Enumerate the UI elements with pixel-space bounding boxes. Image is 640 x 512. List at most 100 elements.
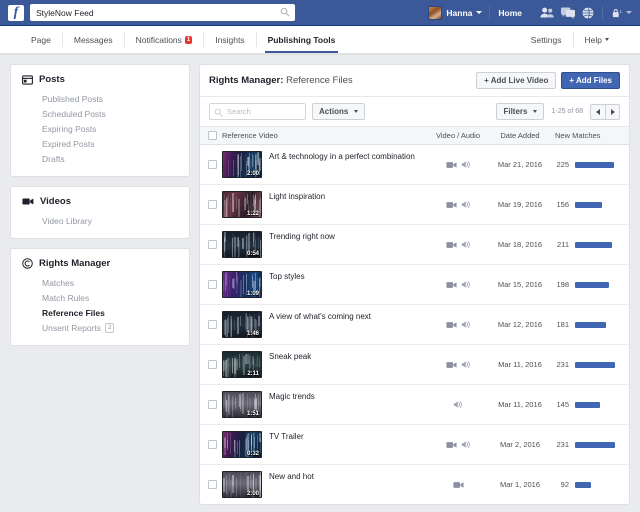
user-menu[interactable]: Hanna — [421, 6, 489, 20]
sidebar-item-video-library[interactable]: Video Library — [22, 213, 178, 228]
table-row[interactable]: 1:09 Top styles Mar 15, 2016 198 — [200, 265, 629, 305]
sidebar-item-scheduled-posts[interactable]: Scheduled Posts — [22, 106, 178, 121]
video-title[interactable]: Light inspiration — [269, 191, 325, 202]
column-date-added[interactable]: Date Added — [489, 127, 551, 145]
sidebar-group-posts: Posts Published Posts Scheduled Posts Ex… — [10, 64, 190, 177]
sidebar-group-header[interactable]: Rights Manager — [22, 258, 178, 269]
nav-help-menu[interactable]: Help — [574, 26, 620, 53]
nav-tab-publishing-tools[interactable]: Publishing Tools — [257, 26, 347, 53]
filters-dropdown[interactable]: Filters — [496, 103, 544, 120]
column-new-matches[interactable]: New Matches — [551, 127, 629, 145]
nav-tab-notifications[interactable]: Notifications 1 — [125, 26, 204, 53]
row-reference-video-cell: 1:46 A view of what's coming next — [222, 305, 427, 345]
new-matches-bar — [575, 482, 591, 488]
video-thumbnail[interactable]: 1:46 — [222, 311, 262, 338]
new-matches-count: 225 — [555, 160, 569, 169]
row-video-audio-cell — [427, 465, 489, 505]
video-icon — [446, 161, 457, 169]
video-thumbnail[interactable]: 2:00 — [222, 471, 262, 498]
nav-tab-page[interactable]: Page — [20, 26, 62, 53]
column-reference-video[interactable]: Reference Video — [222, 127, 427, 145]
row-checkbox[interactable] — [208, 200, 217, 209]
video-thumbnail[interactable]: 0:32 — [222, 431, 262, 458]
video-title[interactable]: Top styles — [269, 271, 305, 282]
audio-icon — [461, 320, 471, 329]
audio-icon — [461, 280, 471, 289]
new-matches-bar — [575, 322, 606, 328]
sidebar-item-label: Video Library — [42, 216, 92, 226]
row-checkbox[interactable] — [208, 160, 217, 169]
row-checkbox[interactable] — [208, 400, 217, 409]
table-row[interactable]: 1:22 Light inspiration Mar 19, 2016 156 — [200, 185, 629, 225]
table-row[interactable]: 2:00 New and hot Mar 1, 2016 92 — [200, 465, 629, 505]
row-checkbox[interactable] — [208, 360, 217, 369]
sidebar-item-expiring-posts[interactable]: Expiring Posts — [22, 121, 178, 136]
row-checkbox[interactable] — [208, 240, 217, 249]
privacy-count: 1 — [620, 9, 623, 14]
column-video-audio[interactable]: Video / Audio — [427, 127, 489, 145]
row-select-cell — [200, 265, 222, 305]
friend-requests-icon[interactable] — [540, 7, 554, 18]
row-video-audio-cell — [427, 425, 489, 465]
actions-dropdown[interactable]: Actions — [312, 103, 365, 120]
video-thumbnail[interactable]: 2:00 — [222, 151, 262, 178]
global-search-input[interactable] — [30, 4, 295, 21]
home-link[interactable]: Home — [489, 6, 530, 20]
row-select-cell — [200, 385, 222, 425]
video-title[interactable]: New and hot — [269, 471, 314, 482]
table-row[interactable]: 0:32 TV Trailer Mar 2, 2016 231 — [200, 425, 629, 465]
pagination-next-button[interactable] — [605, 104, 620, 120]
search-icon — [280, 7, 290, 17]
row-select-cell — [200, 305, 222, 345]
video-thumbnail[interactable]: 1:09 — [222, 271, 262, 298]
user-name-label: Hanna — [446, 8, 472, 18]
row-checkbox[interactable] — [208, 440, 217, 449]
nav-settings-link[interactable]: Settings — [520, 26, 573, 53]
table-row[interactable]: 2:11 Sneak peak Mar 11, 2016 231 — [200, 345, 629, 385]
notifications-globe-icon[interactable] — [582, 7, 594, 19]
sidebar-group-header[interactable]: Posts — [22, 74, 178, 85]
sidebar-group-header[interactable]: Videos — [22, 196, 178, 207]
sidebar-item-drafts[interactable]: Drafts — [22, 151, 178, 166]
table-row[interactable]: 0:54 Trending right now Mar 18, 2016 211 — [200, 225, 629, 265]
chevron-left-icon — [596, 109, 600, 115]
table-row[interactable]: 1:51 Magic trends Mar 11, 2016 145 — [200, 385, 629, 425]
table-search-box[interactable] — [209, 103, 306, 120]
table-header-row: Reference Video Video / Audio Date Added… — [200, 127, 629, 145]
video-title[interactable]: A view of what's coming next — [269, 311, 371, 322]
chevron-down-icon — [605, 38, 609, 41]
video-thumbnail[interactable]: 1:22 — [222, 191, 262, 218]
sidebar-item-matches[interactable]: Matches — [22, 275, 178, 290]
sidebar-item-match-rules[interactable]: Match Rules — [22, 290, 178, 305]
pagination-prev-button[interactable] — [590, 104, 605, 120]
video-title[interactable]: TV Trailer — [269, 431, 304, 442]
video-title[interactable]: Trending right now — [269, 231, 335, 242]
row-checkbox[interactable] — [208, 320, 217, 329]
global-search-box[interactable] — [30, 4, 295, 21]
row-checkbox[interactable] — [208, 280, 217, 289]
sidebar-item-label: Drafts — [42, 154, 65, 164]
video-title[interactable]: Sneak peak — [269, 351, 311, 362]
table-row[interactable]: 1:46 A view of what's coming next Mar 12… — [200, 305, 629, 345]
privacy-shortcuts-menu[interactable]: 1 — [602, 6, 632, 20]
row-checkbox[interactable] — [208, 480, 217, 489]
sidebar-item-expired-posts[interactable]: Expired Posts — [22, 136, 178, 151]
table-search-input[interactable] — [227, 104, 305, 119]
video-title[interactable]: Art & technology in a perfect combinatio… — [269, 151, 415, 162]
video-thumbnail[interactable]: 1:51 — [222, 391, 262, 418]
sidebar-item-published-posts[interactable]: Published Posts — [22, 91, 178, 106]
video-thumbnail[interactable]: 2:11 — [222, 351, 262, 378]
sidebar-item-reference-files[interactable]: Reference Files — [22, 305, 178, 320]
add-live-video-button[interactable]: + Add Live Video — [476, 72, 556, 89]
facebook-logo-icon[interactable]: f — [8, 5, 24, 21]
nav-tab-messages[interactable]: Messages — [63, 26, 124, 53]
nav-tab-insights[interactable]: Insights — [204, 26, 255, 53]
add-files-button[interactable]: + Add Files — [561, 72, 620, 89]
video-title[interactable]: Magic trends — [269, 391, 315, 402]
messages-icon[interactable] — [561, 7, 575, 19]
sidebar-item-unsent-reports[interactable]: Unsent Reports 2 — [22, 320, 178, 335]
select-all-checkbox[interactable] — [208, 131, 217, 140]
row-select-cell — [200, 425, 222, 465]
video-thumbnail[interactable]: 0:54 — [222, 231, 262, 258]
table-row[interactable]: 2:00 Art & technology in a perfect combi… — [200, 145, 629, 185]
